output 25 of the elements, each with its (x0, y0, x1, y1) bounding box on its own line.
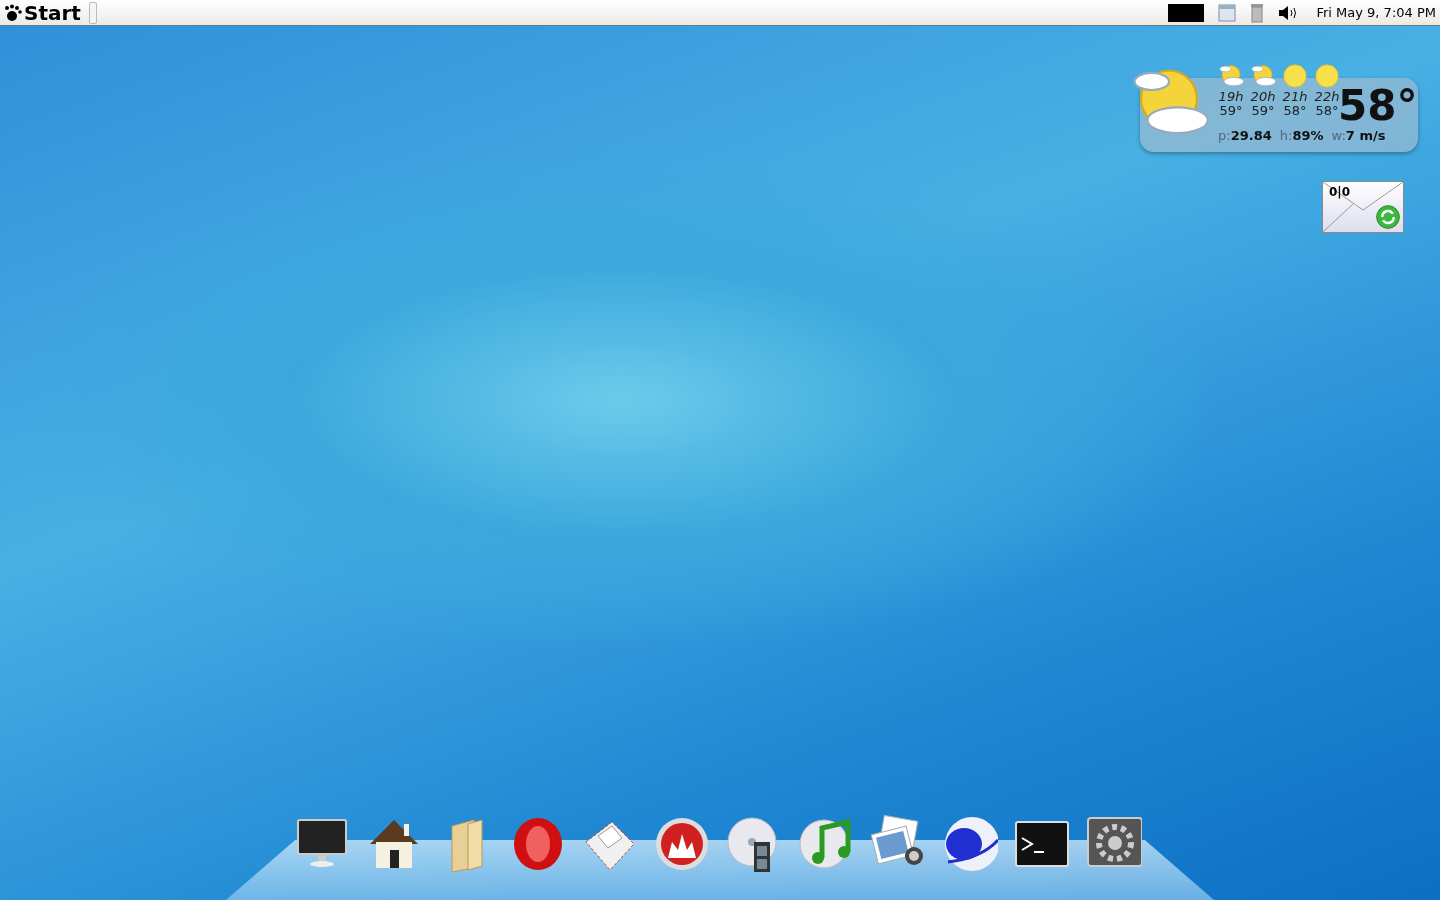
forecast-hour: 22h (1314, 90, 1340, 104)
forecast-temperature: 59° (1219, 104, 1243, 118)
sun-icon (1281, 62, 1309, 90)
forecast-hour: 19h (1218, 90, 1244, 104)
globe-icon[interactable] (942, 814, 998, 874)
panel-handle[interactable] (88, 1, 97, 24)
clock[interactable]: Fri May 9, 7:04 PM (1316, 5, 1436, 20)
sun-icon (1313, 62, 1341, 90)
volume-icon[interactable] (1278, 4, 1299, 21)
tray-applet[interactable] (1168, 3, 1205, 22)
mail-widget[interactable]: 0|0 (1322, 181, 1404, 233)
forecast-temperature: 58° (1315, 104, 1339, 118)
current-temperature: 58° (1338, 84, 1418, 128)
forecast-hour: 20h (1250, 90, 1276, 104)
start-button[interactable]: Start (4, 0, 81, 25)
mail-count: 0|0 (1329, 185, 1351, 199)
weather-stat: w:7 m/s (1331, 128, 1386, 143)
trash-icon[interactable] (1250, 2, 1265, 23)
weather-stat: h:89% (1279, 128, 1324, 143)
forecast-temperature: 59° (1251, 104, 1275, 118)
weather-stat: p:29.84 (1218, 128, 1272, 143)
forecast-temperature: 58° (1283, 104, 1307, 118)
forecast-hour: 21h (1282, 90, 1308, 104)
refresh-icon[interactable] (1375, 204, 1401, 230)
foot-icon (4, 3, 22, 22)
